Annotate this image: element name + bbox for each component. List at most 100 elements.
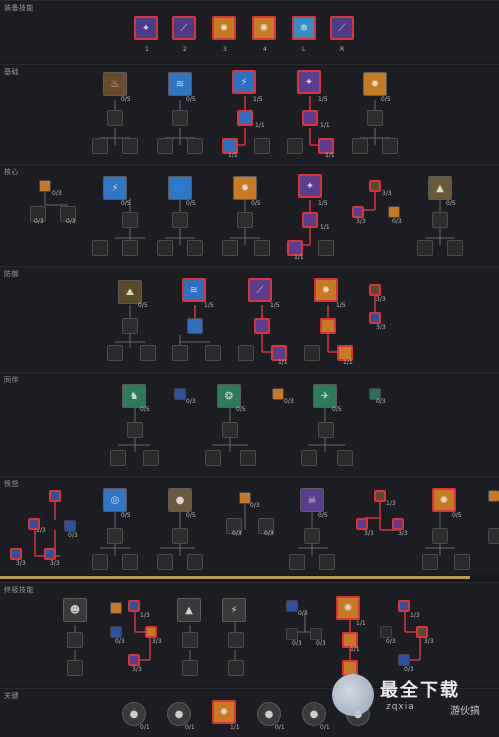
upgrade-node[interactable]: [228, 660, 244, 676]
passive-node[interactable]: [369, 180, 381, 192]
upgrade-node[interactable]: [172, 110, 188, 126]
skill-node[interactable]: ✦: [297, 70, 321, 94]
passive-node[interactable]: [39, 180, 51, 192]
upgrade-node[interactable]: [302, 212, 318, 228]
upgrade-node[interactable]: [488, 528, 499, 544]
upgrade-node[interactable]: [447, 240, 463, 256]
passive-node[interactable]: [374, 490, 386, 502]
key-passive[interactable]: ●: [122, 702, 146, 726]
upgrade-node[interactable]: [122, 138, 138, 154]
upgrade-node[interactable]: [92, 240, 108, 256]
skill-slot-1[interactable]: ✦: [134, 16, 158, 40]
skill-node[interactable]: ✺: [336, 596, 360, 620]
upgrade-node[interactable]: [454, 554, 470, 570]
upgrade-node[interactable]: [172, 212, 188, 228]
upgrade-node[interactable]: [205, 345, 221, 361]
skill-node[interactable]: ♨: [103, 72, 127, 96]
passive-node[interactable]: [128, 654, 140, 666]
skill-node[interactable]: ☻: [63, 598, 87, 622]
skill-node[interactable]: ✹: [314, 278, 338, 302]
upgrade-node[interactable]: [254, 318, 270, 334]
key-passive[interactable]: ●: [167, 702, 191, 726]
skill-node[interactable]: ⚡: [222, 598, 246, 622]
upgrade-node[interactable]: [432, 212, 448, 228]
upgrade-node[interactable]: [187, 554, 203, 570]
skill-node[interactable]: ✈: [313, 384, 337, 408]
key-passive[interactable]: ✹: [212, 700, 236, 724]
skill-node[interactable]: ⚡: [103, 176, 127, 200]
passive-node[interactable]: [398, 600, 410, 612]
passive-node[interactable]: [488, 490, 499, 502]
skill-node[interactable]: ⛰: [118, 280, 142, 304]
upgrade-node[interactable]: [107, 528, 123, 544]
skill-slot-3[interactable]: ✹: [212, 16, 236, 40]
key-passive[interactable]: ●: [257, 702, 281, 726]
upgrade-node[interactable]: [222, 422, 238, 438]
skill-node[interactable]: ▲: [428, 176, 452, 200]
upgrade-node[interactable]: [122, 240, 138, 256]
skill-node[interactable]: ♞: [122, 384, 146, 408]
upgrade-node[interactable]: [301, 450, 317, 466]
upgrade-node[interactable]: [187, 138, 203, 154]
passive-node[interactable]: [110, 602, 122, 614]
upgrade-node[interactable]: [320, 318, 336, 334]
upgrade-node[interactable]: [122, 318, 138, 334]
upgrade-node[interactable]: [287, 138, 303, 154]
upgrade-node[interactable]: [228, 632, 244, 648]
passive-node[interactable]: [110, 626, 122, 638]
key-passive[interactable]: ●: [302, 702, 326, 726]
upgrade-node[interactable]: [172, 528, 188, 544]
skill-node[interactable]: ❂: [217, 384, 241, 408]
passive-node[interactable]: [128, 600, 140, 612]
upgrade-node[interactable]: [304, 345, 320, 361]
upgrade-node[interactable]: [122, 554, 138, 570]
upgrade-node[interactable]: [187, 318, 203, 334]
passive-node[interactable]: [28, 518, 40, 530]
upgrade-node[interactable]: [237, 212, 253, 228]
upgrade-node[interactable]: [254, 240, 270, 256]
upgrade-node[interactable]: [67, 632, 83, 648]
upgrade-node[interactable]: [182, 660, 198, 676]
passive-node[interactable]: [398, 654, 410, 666]
upgrade-node[interactable]: [122, 212, 138, 228]
upgrade-node[interactable]: [240, 450, 256, 466]
upgrade-node[interactable]: [417, 240, 433, 256]
upgrade-node[interactable]: [205, 450, 221, 466]
upgrade-node[interactable]: [237, 110, 253, 126]
skill-node[interactable]: ✦: [298, 174, 322, 198]
passive-node[interactable]: [174, 388, 186, 400]
passive-node[interactable]: [369, 284, 381, 296]
upgrade-node[interactable]: [337, 450, 353, 466]
skill-node[interactable]: ✹: [233, 176, 257, 200]
upgrade-node[interactable]: [319, 554, 335, 570]
skill-slot-4[interactable]: ✺: [252, 16, 276, 40]
passive-node[interactable]: [272, 388, 284, 400]
skill-slot-R[interactable]: ⟋: [330, 16, 354, 40]
skill-node[interactable]: ●: [168, 488, 192, 512]
upgrade-node[interactable]: [107, 345, 123, 361]
skill-node[interactable]: ✹: [363, 72, 387, 96]
upgrade-node[interactable]: [352, 138, 368, 154]
passive-node[interactable]: [286, 628, 298, 640]
upgrade-node[interactable]: [432, 528, 448, 544]
upgrade-node[interactable]: [238, 345, 254, 361]
passive-node[interactable]: [64, 520, 76, 532]
upgrade-node[interactable]: [254, 138, 270, 154]
skill-node[interactable]: ⚡: [232, 70, 256, 94]
upgrade-node[interactable]: [107, 110, 123, 126]
skill-node[interactable]: ▲: [177, 598, 201, 622]
skill-node[interactable]: ≋: [168, 72, 192, 96]
passive-node[interactable]: [286, 600, 298, 612]
passive-node[interactable]: [10, 548, 22, 560]
passive-node[interactable]: [44, 548, 56, 560]
upgrade-node[interactable]: [302, 110, 318, 126]
skill-slot-L[interactable]: ❄: [292, 16, 316, 40]
skill-node[interactable]: ◎: [103, 488, 127, 512]
upgrade-node[interactable]: [143, 450, 159, 466]
upgrade-node[interactable]: [222, 240, 238, 256]
passive-node[interactable]: [369, 312, 381, 324]
passive-node[interactable]: [310, 628, 322, 640]
upgrade-node[interactable]: [92, 554, 108, 570]
upgrade-node[interactable]: [289, 554, 305, 570]
upgrade-node[interactable]: [140, 345, 156, 361]
